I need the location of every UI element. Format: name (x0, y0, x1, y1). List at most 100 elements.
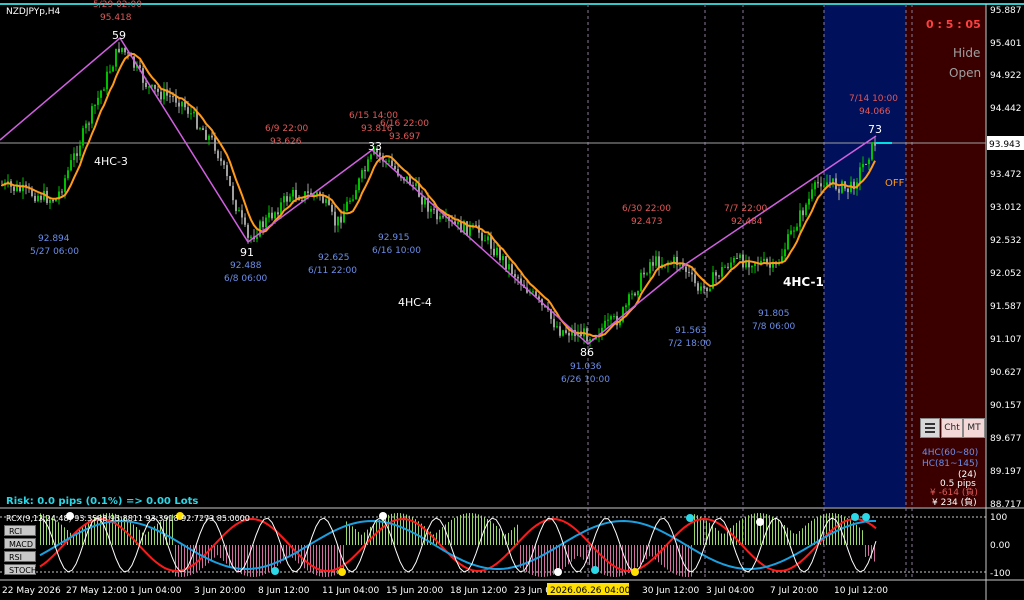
hc-label: 4HC-4 (398, 296, 432, 309)
histogram-bar (193, 545, 194, 574)
signal-dot (686, 514, 694, 522)
macd-button[interactable]: MACD (4, 538, 36, 549)
candle-body (115, 48, 117, 67)
low-label-date: 6/11 22:00 (308, 266, 357, 276)
candle-body (868, 159, 870, 165)
low-label-price: 92.894 (38, 234, 70, 244)
histogram-bar (793, 533, 794, 545)
candle-body (691, 272, 693, 275)
hide-button[interactable]: Hide (953, 46, 980, 60)
symbol-title: NZDJPYp,H4 (6, 7, 61, 17)
high-label-price: 95.418 (100, 13, 132, 23)
histogram-bar (568, 545, 569, 565)
top-border (0, 3, 1024, 5)
mt-button[interactable]: MT (963, 418, 985, 438)
histogram-bar (589, 545, 590, 566)
candle-body (430, 208, 432, 212)
histogram-bar (637, 545, 638, 568)
high-label-date: 6/16 22:00 (380, 119, 429, 129)
low-label-price: 91.805 (758, 309, 790, 319)
candle-body (160, 91, 162, 100)
signal-dot (338, 568, 346, 576)
histogram-bar (631, 545, 632, 572)
histogram-bar (679, 545, 680, 576)
time-tick: 15 Jun 20:00 (386, 586, 443, 596)
candle-body (655, 256, 657, 266)
histogram-bar (319, 545, 320, 577)
histogram-bar (85, 523, 86, 545)
histogram-bar (583, 545, 584, 560)
price-tick: 91.107 (990, 335, 1022, 345)
candle-body (790, 230, 792, 235)
histogram-bar (178, 545, 179, 577)
low-label-price: 92.915 (378, 233, 410, 243)
rsi-button[interactable]: RSI (4, 551, 36, 562)
candle-body (187, 107, 189, 114)
rci-button[interactable]: RCI (4, 525, 36, 536)
signal-dot (862, 513, 870, 521)
candle-body (271, 212, 273, 219)
histogram-bar (145, 534, 146, 545)
time-tick: 27 May 12:00 (66, 586, 128, 596)
histogram-bar (244, 545, 245, 576)
stoch-button[interactable]: STOCH (4, 564, 37, 575)
candle-body (97, 97, 99, 105)
cht-button[interactable]: Cht (941, 418, 963, 438)
candle-body (535, 291, 537, 297)
cursor-time: 2026.06.26 04:00 (550, 586, 631, 596)
open-button[interactable]: Open (949, 66, 981, 80)
histogram-bar (562, 545, 563, 570)
candle-body (307, 191, 309, 193)
candle-body (79, 145, 81, 156)
histogram-bar (469, 513, 470, 545)
candle-body (331, 204, 333, 212)
candle-body (631, 293, 633, 295)
price-tick: 89.677 (990, 434, 1022, 444)
histogram-bar (742, 518, 743, 545)
candle-body (190, 113, 192, 115)
candle-body (358, 178, 360, 191)
list-icon-button[interactable] (920, 418, 940, 438)
low-label-date: 6/8 06:00 (224, 274, 268, 284)
candle-body (481, 232, 483, 241)
candle-body (730, 262, 732, 268)
candle-body (721, 267, 723, 277)
histogram-bar (757, 513, 758, 545)
signal-dot (851, 513, 859, 521)
candle-body (145, 82, 147, 88)
current-period-highlight (824, 4, 906, 507)
histogram-bar (613, 545, 614, 577)
high-label-price: 93.697 (389, 132, 421, 142)
histogram-bar (58, 522, 59, 545)
candle-body (289, 196, 291, 202)
candle-body (283, 196, 285, 203)
price-chart[interactable]: 95.887 95.401 94.922 94.442 93.472 93.01… (0, 0, 1024, 600)
candle-body (511, 264, 513, 275)
histogram-bar (865, 545, 866, 557)
time-tick: 8 Jun 12:00 (258, 586, 310, 596)
histogram-bar (703, 518, 704, 545)
high-label-price: 93.626 (270, 137, 302, 147)
candle-body (787, 234, 789, 250)
histogram-bar (481, 515, 482, 545)
candle-body (229, 176, 231, 186)
candle-body (637, 291, 639, 296)
histogram-bar (754, 513, 755, 545)
histogram-bar (349, 523, 350, 545)
histogram-bar (196, 545, 197, 573)
candle-body (508, 264, 510, 270)
histogram-bar (226, 545, 227, 564)
candle-body (250, 236, 252, 238)
histogram-bar (847, 518, 848, 545)
histogram-bar (79, 528, 80, 545)
candle-body (256, 236, 258, 239)
off-toggle[interactable]: OFF (885, 178, 905, 189)
histogram-bar (355, 529, 356, 545)
candle-body (70, 160, 72, 171)
histogram-bar (55, 519, 56, 545)
histogram-bar (853, 522, 854, 545)
histogram-bar (316, 545, 317, 576)
histogram-bar (352, 526, 353, 545)
candle-body (232, 185, 234, 201)
mt4-chart-window: 95.887 95.401 94.922 94.442 93.472 93.01… (0, 0, 1024, 600)
